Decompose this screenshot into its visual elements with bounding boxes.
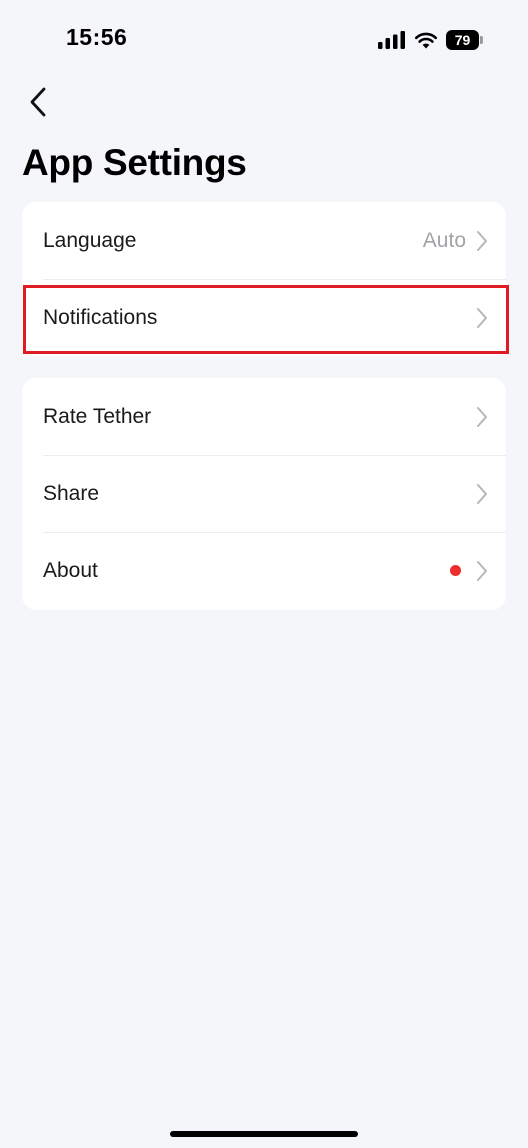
chevron-right-icon bbox=[477, 307, 487, 328]
status-time: 15:56 bbox=[66, 24, 128, 50]
settings-group-general: Language Auto Notifications bbox=[22, 202, 506, 356]
chevron-right-icon bbox=[477, 406, 487, 427]
row-label: Share bbox=[43, 481, 100, 505]
chevron-right-icon bbox=[477, 483, 487, 504]
battery-icon: 79 bbox=[446, 30, 484, 50]
red-dot-icon bbox=[450, 565, 461, 576]
about-row[interactable]: About bbox=[22, 532, 506, 609]
battery-level: 79 bbox=[446, 30, 479, 50]
status-bar: 15:56 79 bbox=[0, 0, 528, 80]
page-title: App Settings bbox=[22, 142, 247, 183]
signal-icon bbox=[378, 31, 405, 49]
wifi-icon bbox=[414, 32, 438, 49]
share-row[interactable]: Share bbox=[22, 455, 506, 532]
chevron-left-icon bbox=[30, 87, 46, 117]
status-icons: 79 bbox=[378, 28, 484, 52]
chevron-right-icon bbox=[477, 560, 487, 581]
row-label: About bbox=[43, 558, 98, 582]
language-value: Auto bbox=[422, 228, 466, 252]
language-row[interactable]: Language Auto bbox=[22, 202, 506, 279]
row-label: Rate Tether bbox=[43, 404, 152, 428]
row-label: Notifications bbox=[43, 305, 158, 329]
row-label: Language bbox=[43, 228, 137, 252]
rate-tether-row[interactable]: Rate Tether bbox=[22, 378, 506, 455]
notifications-row[interactable]: Notifications bbox=[22, 279, 506, 356]
chevron-right-icon bbox=[477, 230, 487, 251]
back-button[interactable] bbox=[18, 80, 58, 124]
home-indicator bbox=[170, 1131, 358, 1137]
settings-group-about: Rate Tether Share About bbox=[22, 378, 506, 610]
